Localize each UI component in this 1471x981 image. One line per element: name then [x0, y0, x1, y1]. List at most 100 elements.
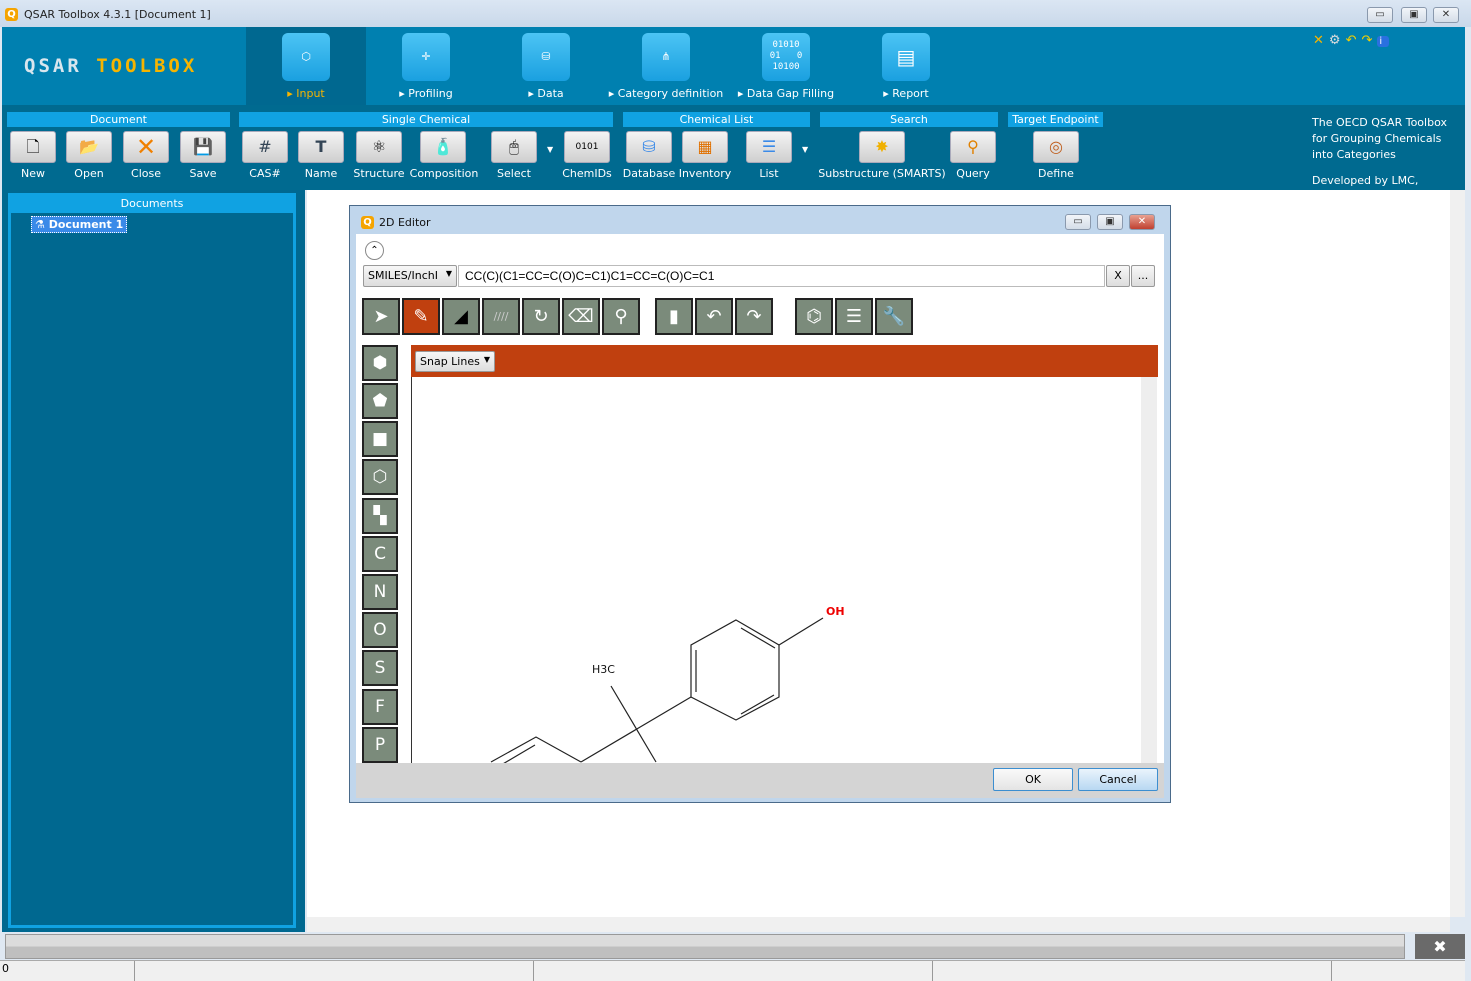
- query-label: Query: [956, 167, 990, 180]
- save-button[interactable]: 💾: [180, 131, 226, 163]
- atom-n-button[interactable]: N: [362, 574, 398, 610]
- square-ring-tool[interactable]: ■: [362, 421, 398, 457]
- database-button[interactable]: ⛁: [626, 131, 672, 163]
- select-dropdown-icon[interactable]: ▼: [547, 145, 553, 154]
- progress-bar: [5, 934, 1405, 959]
- name-button[interactable]: T: [298, 131, 344, 163]
- canvas-scrollbar[interactable]: [1141, 377, 1157, 763]
- clear-smiles-button[interactable]: X: [1106, 265, 1130, 287]
- dialog-minimize-button[interactable]: ▭: [1065, 214, 1091, 230]
- smiles-input[interactable]: [458, 265, 1105, 287]
- hash-bond-tool[interactable]: ////: [482, 298, 520, 335]
- tab-input[interactable]: ⬡ ▸ Input: [246, 27, 366, 105]
- ok-button[interactable]: OK: [993, 768, 1073, 791]
- tab-profiling[interactable]: ✛ ▸ Profiling: [366, 27, 486, 105]
- redo-tool[interactable]: ↷: [735, 298, 773, 335]
- atom-f-button[interactable]: F: [362, 689, 398, 725]
- hexagon-icon: ⬡: [282, 33, 330, 81]
- atom-o-button[interactable]: O: [362, 612, 398, 648]
- ring-bond: [580, 696, 692, 763]
- pentagon-icon: ⬟: [372, 391, 388, 411]
- format-select[interactable]: SMILES/InchI ▼: [363, 265, 457, 287]
- quick-tools: ✕⚙↶↷ i: [1313, 33, 1390, 48]
- minimize-button[interactable]: ▭: [1367, 7, 1393, 23]
- molecule-icon: ⚛: [371, 137, 387, 156]
- undo-tool[interactable]: ↶: [695, 298, 733, 335]
- more-button[interactable]: ...: [1131, 265, 1155, 287]
- list-dropdown-icon[interactable]: ▼: [802, 145, 808, 154]
- vertical-scrollbar[interactable]: [1450, 190, 1465, 917]
- cube-icon: ⬡: [372, 467, 388, 487]
- template-ring-tool[interactable]: ⬡: [362, 459, 398, 495]
- atom-p-button[interactable]: P: [362, 727, 398, 763]
- clean-structure-tool[interactable]: ⌬: [795, 298, 833, 335]
- wedge-bond-tool[interactable]: ◢: [442, 298, 480, 335]
- dialog-restore-button[interactable]: ▣: [1097, 214, 1123, 230]
- select-button[interactable]: 🖱: [491, 131, 537, 163]
- settings-icon[interactable]: ⚙: [1329, 33, 1346, 48]
- restore-button[interactable]: ▣: [1401, 7, 1427, 23]
- hexagon-icon: ⬢: [372, 353, 388, 373]
- group-chemical-list: Chemical List: [623, 112, 810, 127]
- structure-button[interactable]: ⚛: [356, 131, 402, 163]
- redo-icon[interactable]: ↷: [1361, 33, 1377, 48]
- document-item[interactable]: ⚗ Document 1: [31, 216, 128, 233]
- hexagon-ring-tool[interactable]: ⬢: [362, 345, 398, 381]
- snap-lines-select[interactable]: Snap Lines ▼: [415, 351, 495, 372]
- settings-tool[interactable]: 🔧: [875, 298, 913, 335]
- pentagon-ring-tool[interactable]: ⬟: [362, 383, 398, 419]
- undo-icon[interactable]: ↶: [1346, 33, 1362, 48]
- crosshair-icon: ✛: [402, 33, 450, 81]
- atom-c-button[interactable]: C: [362, 536, 398, 572]
- list-button[interactable]: ☰: [746, 131, 792, 163]
- substructure-button[interactable]: ✸: [859, 131, 905, 163]
- define-button[interactable]: ◎: [1033, 131, 1079, 163]
- chevron-down-icon: ▼: [483, 355, 490, 364]
- tab-category-definition[interactable]: ⋔ ▸ Category definition: [606, 27, 726, 105]
- group-search: Search: [820, 112, 998, 127]
- open-button[interactable]: 📂: [66, 131, 112, 163]
- tab-report[interactable]: ▤ ▸ Report: [846, 27, 966, 105]
- magnifier-icon: ⚲: [967, 137, 979, 156]
- select-tool[interactable]: ➤: [362, 298, 400, 335]
- atom-s-button[interactable]: S: [362, 650, 398, 686]
- templates-tool[interactable]: ▚: [362, 498, 398, 534]
- eraser-tool[interactable]: ⌫: [562, 298, 600, 335]
- group-document: Document: [7, 112, 230, 127]
- new-sheet-tool[interactable]: ▮: [655, 298, 693, 335]
- query-button[interactable]: ⚲: [950, 131, 996, 163]
- substructure-label: Substructure (SMARTS): [818, 167, 946, 180]
- close-button[interactable]: ✕: [1433, 7, 1459, 23]
- cancel-button[interactable]: Cancel: [1078, 768, 1158, 791]
- menu-tool[interactable]: ☰: [835, 298, 873, 335]
- status-cell: [135, 961, 534, 981]
- horizontal-scrollbar[interactable]: [307, 917, 1450, 932]
- tab-data-gap-filling[interactable]: 01010 01 0 10100 ▸ Data Gap Filling: [726, 27, 846, 105]
- chemids-button[interactable]: 0101: [564, 131, 610, 163]
- draw-tool[interactable]: ✎: [402, 298, 440, 335]
- zoom-tool[interactable]: ⚲: [602, 298, 640, 335]
- window-title: QSAR Toolbox 4.3.1 [Document 1]: [24, 8, 211, 21]
- inventory-button[interactable]: ▦: [682, 131, 728, 163]
- close-all-icon[interactable]: ✕: [1313, 33, 1329, 48]
- new-button[interactable]: 🗋: [10, 131, 56, 163]
- tab-data[interactable]: ⛁ ▸ Data: [486, 27, 606, 105]
- dialog-title: 2D Editor: [379, 216, 431, 229]
- cas-button[interactable]: #: [242, 131, 288, 163]
- chain-tool[interactable]: ↻: [522, 298, 560, 335]
- square-icon: ■: [371, 429, 389, 449]
- composition-button[interactable]: 🧴: [420, 131, 466, 163]
- info-icon[interactable]: i: [1377, 36, 1390, 47]
- dialog-close-button[interactable]: ✕: [1129, 214, 1155, 230]
- hierarchy-icon: ⋔: [642, 33, 690, 81]
- collapse-icon[interactable]: ⌃: [365, 241, 384, 260]
- group-single-chemical: Single Chemical: [239, 112, 613, 127]
- binary-icon: 01010 01 0 10100: [762, 33, 810, 81]
- database-upload-icon: ⛁: [522, 33, 570, 81]
- target-icon: ◎: [1049, 137, 1063, 156]
- bookshelf-icon: ▦: [697, 137, 713, 156]
- drawing-canvas[interactable]: OH H3C: [411, 377, 1141, 763]
- close-doc-button[interactable]: ✕: [123, 131, 169, 163]
- progress-close-button[interactable]: ✖: [1415, 934, 1465, 959]
- oh-bond: [778, 617, 824, 646]
